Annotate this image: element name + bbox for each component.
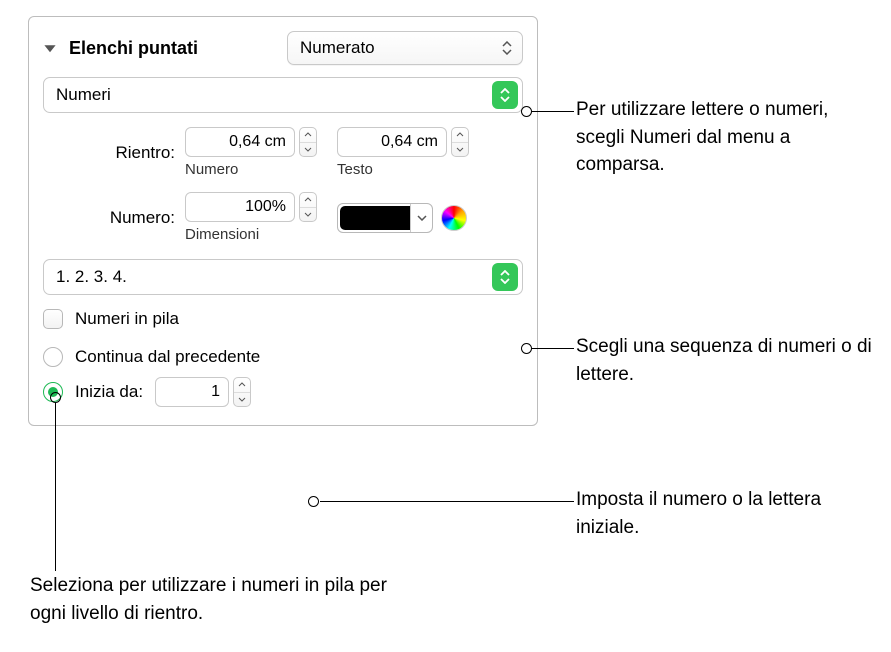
indent-row: Rientro: Numero Testo xyxy=(43,127,523,178)
number-size-stepper[interactable] xyxy=(185,192,317,222)
color-swatch xyxy=(340,206,410,230)
stepper-up-icon[interactable] xyxy=(452,128,468,143)
start-stepper[interactable] xyxy=(155,377,251,407)
indent-number-sublabel: Numero xyxy=(185,161,317,178)
list-style-value: Numerato xyxy=(300,38,375,58)
annotation-type: Per utilizzare lettere o numeri, scegli … xyxy=(576,96,876,179)
chevron-down-icon[interactable] xyxy=(410,204,432,232)
indent-label: Rientro: xyxy=(43,143,185,163)
stepper-down-icon[interactable] xyxy=(300,208,316,222)
list-style-popup[interactable]: Numerato xyxy=(287,31,523,65)
sequence-value: 1. 2. 3. 4. xyxy=(56,267,127,287)
callout-dot xyxy=(50,392,61,403)
indent-number-input[interactable] xyxy=(185,127,295,157)
continue-radio[interactable] xyxy=(43,347,63,367)
tiered-label: Numeri in pila xyxy=(75,309,179,329)
number-type-popup[interactable]: Numeri xyxy=(43,77,523,113)
annotation-sequence: Scegli una sequenza di numeri o di lette… xyxy=(576,333,886,388)
indent-number-stepper[interactable] xyxy=(185,127,317,157)
annotation-tiered: Seleziona per utilizzare i numeri in pil… xyxy=(30,572,410,627)
chevron-up-down-icon xyxy=(492,263,518,291)
number-label: Numero: xyxy=(43,208,185,228)
callout-dot xyxy=(308,496,319,507)
stepper-up-icon[interactable] xyxy=(234,378,250,393)
color-picker-icon[interactable] xyxy=(441,205,467,231)
continue-label: Continua dal precedente xyxy=(75,347,260,367)
color-well[interactable] xyxy=(337,203,433,233)
stepper-down-icon[interactable] xyxy=(234,393,250,407)
continue-radio-row: Continua dal precedente xyxy=(43,347,523,367)
callout-line xyxy=(55,403,56,571)
bullets-panel: Elenchi puntati Numerato Numeri Rientro: xyxy=(28,16,538,426)
disclosure-icon[interactable] xyxy=(43,41,57,55)
stepper-buttons[interactable] xyxy=(451,127,469,157)
callout-dot xyxy=(521,106,532,117)
sequence-popup[interactable]: 1. 2. 3. 4. xyxy=(43,259,523,295)
tiered-checkbox-row: Numeri in pila xyxy=(43,309,523,329)
number-row: Numero: Dimensioni xyxy=(43,192,523,243)
callout-dot xyxy=(521,343,532,354)
section-title: Elenchi puntati xyxy=(69,38,198,59)
start-radio-row: Inizia da: xyxy=(43,377,523,407)
callout-line xyxy=(532,348,574,349)
stepper-buttons[interactable] xyxy=(299,192,317,222)
indent-text-input[interactable] xyxy=(337,127,447,157)
chevron-up-down-icon xyxy=(497,35,517,61)
tiered-checkbox[interactable] xyxy=(43,309,63,329)
number-size-input[interactable] xyxy=(185,192,295,222)
section-header: Elenchi puntati Numerato xyxy=(43,31,523,65)
callout-line xyxy=(532,111,574,112)
number-type-value: Numeri xyxy=(56,85,111,105)
stepper-up-icon[interactable] xyxy=(300,128,316,143)
annotation-start: Imposta il numero o la lettera iniziale. xyxy=(576,486,876,541)
indent-text-sublabel: Testo xyxy=(337,161,469,178)
stepper-buttons[interactable] xyxy=(233,377,251,407)
stepper-down-icon[interactable] xyxy=(300,143,316,157)
number-size-sublabel: Dimensioni xyxy=(185,226,317,243)
chevron-up-down-icon xyxy=(492,81,518,109)
callout-line xyxy=(320,501,574,502)
start-input[interactable] xyxy=(155,377,229,407)
indent-text-stepper[interactable] xyxy=(337,127,469,157)
stepper-down-icon[interactable] xyxy=(452,143,468,157)
stepper-buttons[interactable] xyxy=(299,127,317,157)
start-label: Inizia da: xyxy=(75,382,143,402)
stepper-up-icon[interactable] xyxy=(300,193,316,208)
